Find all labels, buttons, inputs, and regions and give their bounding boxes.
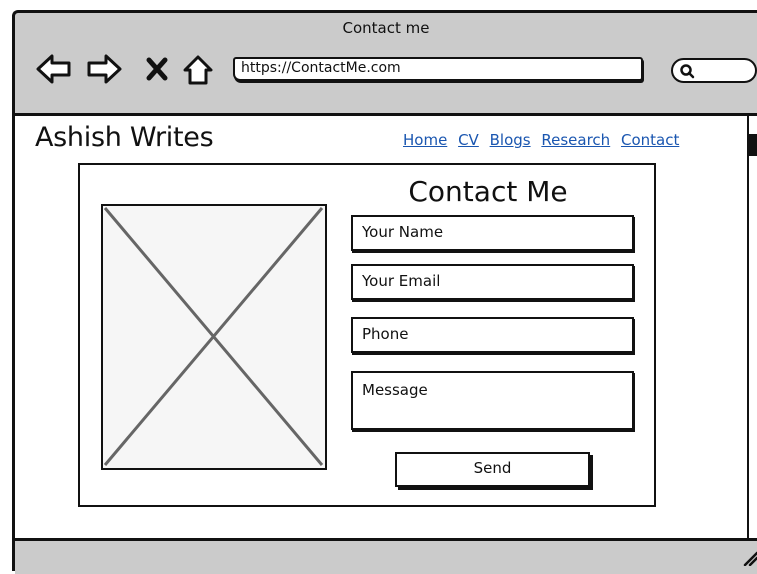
browser-window: Contact me https://ContactMe.com Ashish … xyxy=(12,10,757,574)
vertical-scrollbar[interactable] xyxy=(747,116,757,538)
phone-field[interactable]: Phone xyxy=(351,317,634,353)
search-icon xyxy=(679,63,695,83)
page-viewport: Ashish Writes Home CV Blogs Research Con… xyxy=(15,113,757,541)
nav-link-cv[interactable]: CV xyxy=(458,131,479,149)
name-field[interactable]: Your Name xyxy=(351,215,634,251)
site-brand: Ashish Writes xyxy=(35,122,214,153)
window-title: Contact me xyxy=(342,19,430,37)
site-nav: Home CV Blogs Research Contact xyxy=(403,131,679,149)
image-placeholder xyxy=(101,204,327,470)
nav-link-home[interactable]: Home xyxy=(403,131,447,149)
contact-title: Contact Me xyxy=(408,175,568,208)
home-icon[interactable] xyxy=(181,53,215,91)
resize-grip-icon[interactable] xyxy=(742,550,757,570)
url-input[interactable]: https://ContactMe.com xyxy=(233,57,643,81)
scrollbar-thumb[interactable] xyxy=(749,134,757,156)
nav-link-research[interactable]: Research xyxy=(541,131,610,149)
nav-link-contact[interactable]: Contact xyxy=(621,131,679,149)
close-x-icon[interactable] xyxy=(146,57,168,85)
contact-panel: Contact Me Your Name Your Email Phone Me… xyxy=(78,163,656,507)
search-field[interactable] xyxy=(671,58,757,83)
email-field[interactable]: Your Email xyxy=(351,264,634,300)
nav-link-blogs[interactable]: Blogs xyxy=(490,131,531,149)
forward-arrow-icon[interactable] xyxy=(85,53,123,89)
send-button[interactable]: Send xyxy=(395,452,590,487)
back-arrow-icon[interactable] xyxy=(35,53,73,89)
status-bar xyxy=(15,541,757,574)
message-field[interactable]: Message xyxy=(351,371,634,430)
